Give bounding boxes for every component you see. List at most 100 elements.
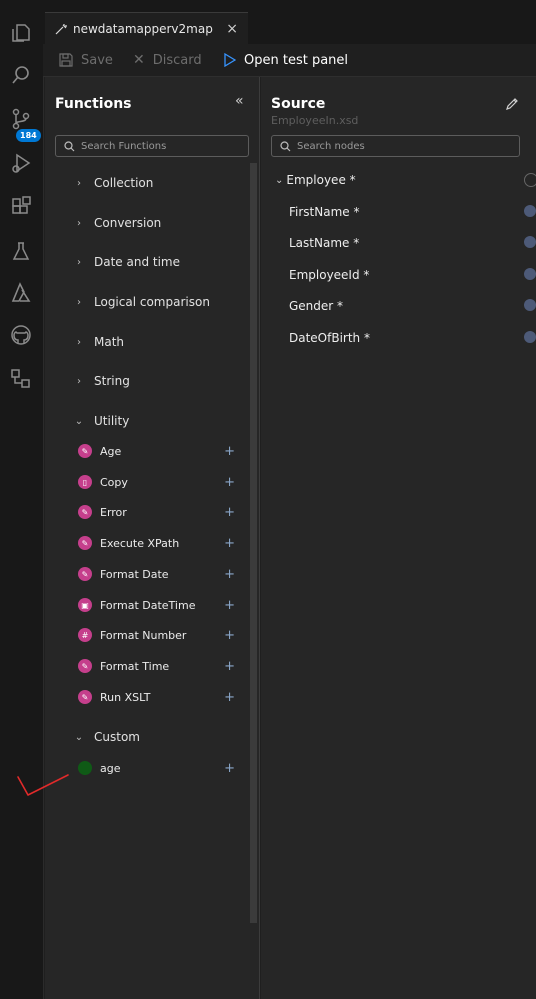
github-icon[interactable] bbox=[8, 322, 34, 348]
function-item-custom-age[interactable]: age + bbox=[78, 758, 240, 778]
category-label: Date and time bbox=[94, 255, 180, 269]
function-item-age[interactable]: ✎ Age + bbox=[78, 441, 240, 461]
functions-search-input[interactable] bbox=[81, 140, 231, 152]
magic-wand-icon bbox=[55, 23, 67, 35]
category-string[interactable]: › String bbox=[73, 371, 130, 391]
functions-title: Functions bbox=[55, 96, 132, 112]
function-label: Format Time bbox=[100, 659, 170, 673]
source-schema-name: EmployeeIn.xsd bbox=[271, 114, 359, 127]
discard-label: Discard bbox=[152, 52, 202, 68]
chevron-down-icon: ⌄ bbox=[74, 415, 84, 427]
node-label: DateOfBirth * bbox=[289, 331, 370, 345]
pencil-icon: ✎ bbox=[78, 444, 92, 458]
add-icon[interactable]: + bbox=[224, 475, 235, 490]
schema-node-child[interactable]: FirstName * bbox=[289, 203, 359, 221]
node-connection-handle[interactable] bbox=[524, 173, 536, 187]
function-label: Format Date bbox=[100, 567, 169, 581]
function-label: Execute XPath bbox=[100, 536, 180, 550]
chevron-down-icon: ⌄ bbox=[275, 174, 284, 186]
function-item-format-time[interactable]: ✎ Format Time + bbox=[78, 656, 240, 676]
collapse-panel-icon[interactable]: « bbox=[235, 93, 244, 109]
schema-node-child[interactable]: Gender * bbox=[289, 297, 343, 315]
function-label: Format Number bbox=[100, 628, 187, 642]
chevron-down-icon: ⌄ bbox=[74, 731, 84, 743]
discard-icon: ✕ bbox=[133, 52, 145, 68]
function-item-format-number[interactable]: # Format Number + bbox=[78, 625, 240, 645]
add-icon[interactable]: + bbox=[224, 761, 235, 776]
chevron-right-icon: › bbox=[77, 336, 81, 348]
node-label: Gender * bbox=[289, 299, 344, 313]
edit-icon[interactable] bbox=[505, 96, 519, 115]
source-search[interactable] bbox=[271, 135, 520, 157]
pencil-icon: ✎ bbox=[78, 536, 92, 550]
category-label: String bbox=[94, 374, 130, 388]
add-icon[interactable]: + bbox=[224, 505, 235, 520]
copy-icon: ▯ bbox=[78, 475, 92, 489]
chevron-right-icon: › bbox=[77, 177, 81, 189]
function-label: Copy bbox=[100, 475, 128, 489]
remote-explorer-icon[interactable] bbox=[8, 366, 34, 392]
functions-scrollbar[interactable] bbox=[250, 163, 257, 923]
save-label: Save bbox=[81, 52, 113, 68]
testing-flask-icon[interactable] bbox=[8, 238, 34, 264]
category-conversion[interactable]: › Conversion bbox=[73, 213, 161, 233]
add-icon[interactable]: + bbox=[224, 690, 235, 705]
schema-node-root[interactable]: ⌄ Employee * bbox=[275, 171, 356, 189]
category-utility[interactable]: ⌄ Utility bbox=[73, 411, 130, 431]
category-label: Logical comparison bbox=[94, 295, 210, 309]
chevron-right-icon: › bbox=[77, 296, 81, 308]
category-date-and-time[interactable]: › Date and time bbox=[73, 252, 180, 272]
category-label: Collection bbox=[94, 176, 154, 190]
add-icon[interactable]: + bbox=[224, 659, 235, 674]
function-label: Error bbox=[100, 505, 127, 519]
functions-search[interactable] bbox=[55, 135, 249, 157]
node-connection-handle[interactable] bbox=[524, 331, 536, 343]
function-item-run-xslt[interactable]: ✎ Run XSLT + bbox=[78, 687, 240, 707]
search-icon[interactable] bbox=[8, 62, 34, 88]
search-icon bbox=[64, 140, 75, 152]
tab-title: newdatamapperv2map bbox=[73, 22, 213, 36]
source-search-input[interactable] bbox=[297, 140, 447, 152]
close-icon[interactable]: × bbox=[226, 21, 238, 37]
explorer-icon[interactable] bbox=[8, 20, 34, 46]
function-item-format-date[interactable]: ✎ Format Date + bbox=[78, 564, 240, 584]
function-label: Run XSLT bbox=[100, 690, 151, 704]
node-connection-handle[interactable] bbox=[524, 205, 536, 217]
discard-button[interactable]: ✕ Discard bbox=[133, 44, 202, 76]
category-math[interactable]: › Math bbox=[73, 332, 124, 352]
schema-node-child[interactable]: LastName * bbox=[289, 234, 359, 252]
function-item-error[interactable]: ✎ Error + bbox=[78, 502, 240, 522]
node-label: Employee * bbox=[286, 173, 356, 187]
pencil-icon: ✎ bbox=[78, 659, 92, 673]
node-connection-handle[interactable] bbox=[524, 299, 536, 311]
function-item-format-datetime[interactable]: ▣ Format DateTime + bbox=[78, 595, 240, 615]
node-connection-handle[interactable] bbox=[524, 268, 536, 280]
search-icon bbox=[280, 140, 291, 152]
activity-bar: 184 bbox=[0, 10, 44, 999]
add-icon[interactable]: + bbox=[224, 628, 235, 643]
extensions-icon[interactable] bbox=[8, 194, 34, 220]
schema-node-child[interactable]: EmployeeId * bbox=[289, 266, 369, 284]
category-collection[interactable]: › Collection bbox=[73, 173, 153, 193]
chevron-right-icon: › bbox=[77, 375, 81, 387]
functions-panel: Functions « › Collection › Conversion › … bbox=[45, 77, 260, 999]
add-icon[interactable]: + bbox=[224, 444, 235, 459]
pencil-icon: ✎ bbox=[78, 690, 92, 704]
add-icon[interactable]: + bbox=[224, 567, 235, 582]
open-test-panel-button[interactable]: Open test panel bbox=[223, 44, 348, 76]
run-debug-icon[interactable] bbox=[8, 150, 34, 176]
red-checkmark-annotation bbox=[17, 774, 69, 796]
node-label: EmployeeId * bbox=[289, 268, 370, 282]
schema-node-child[interactable]: DateOfBirth * bbox=[289, 329, 370, 347]
category-custom[interactable]: ⌄ Custom bbox=[73, 727, 140, 747]
add-icon[interactable]: + bbox=[224, 536, 235, 551]
tab-newdatamapperv2map[interactable]: newdatamapperv2map × bbox=[45, 12, 248, 45]
add-icon[interactable]: + bbox=[224, 598, 235, 613]
node-connection-handle[interactable] bbox=[524, 236, 536, 248]
function-item-copy[interactable]: ▯ Copy + bbox=[78, 472, 240, 492]
azure-icon[interactable] bbox=[8, 280, 34, 306]
editor-tab-bar: newdatamapperv2map × bbox=[43, 10, 536, 45]
function-item-execute-xpath[interactable]: ✎ Execute XPath + bbox=[78, 533, 240, 553]
save-button[interactable]: Save bbox=[59, 44, 113, 76]
category-logical-comparison[interactable]: › Logical comparison bbox=[73, 292, 210, 312]
